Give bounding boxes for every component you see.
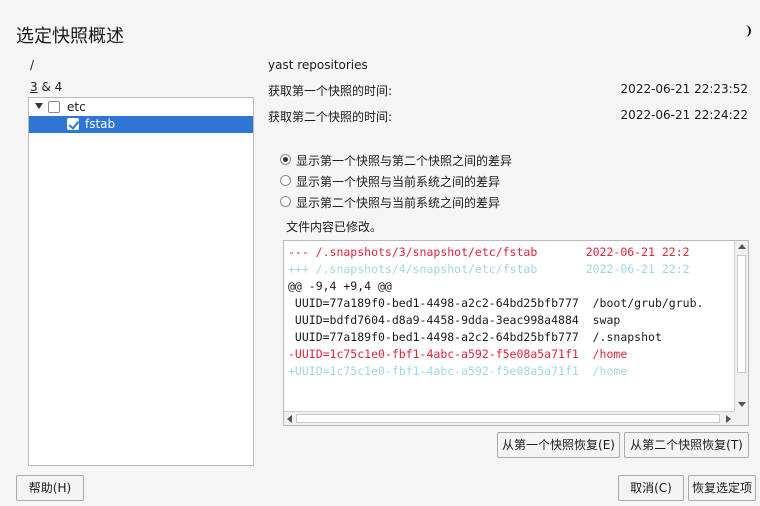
second-snapshot-time-value: 2022-06-21 22:24:22 <box>620 108 748 122</box>
diff-line: +++ /.snapshots/4/snapshot/etc/fstab 202… <box>288 262 690 276</box>
radio-button[interactable] <box>280 175 291 186</box>
second-snapshot-time-label: 获取第二个快照的时间: <box>268 110 393 124</box>
snapshot-description: yast repositories <box>268 58 368 72</box>
file-tree[interactable]: etc fstab <box>28 97 254 466</box>
radio-label: 显示第一个快照与第二个快照之间的差异 <box>296 154 513 168</box>
vertical-scroll-thumb[interactable] <box>737 255 746 373</box>
diff-line: +UUID=1c75c1e0-fbf1-4abc-a592-f5e08a5a71… <box>288 364 628 378</box>
moon-icon <box>745 25 751 37</box>
cancel-button[interactable]: 取消(C) <box>618 475 684 501</box>
etc-checkbox[interactable] <box>48 101 60 113</box>
restore-from-first-button[interactable]: 从第一个快照恢复(E) <box>497 432 620 458</box>
horizontal-scroll-thumb[interactable] <box>296 414 720 423</box>
restore-from-second-button[interactable]: 从第二个快照恢复(T) <box>624 432 749 458</box>
radio-button[interactable] <box>280 154 291 165</box>
tree-item-label: fstab <box>85 117 116 131</box>
restore-selected-button[interactable]: 恢复选定项 <box>688 475 756 501</box>
radio-label: 显示第一个快照与当前系统之间的差异 <box>296 175 501 189</box>
vertical-scrollbar[interactable] <box>734 241 748 411</box>
diff-content: --- /.snapshots/3/snapshot/etc/fstab 202… <box>284 241 734 411</box>
radio-label: 显示第二个快照与当前系统之间的差异 <box>296 196 501 210</box>
file-modified-notice: 文件内容已修改。 <box>286 220 383 234</box>
diff-line: UUID=77a189f0-bed1-4498-a2c2-64bd25bfb77… <box>288 330 662 344</box>
dialog-title: 选定快照概述 <box>16 26 124 47</box>
diff-line: @@ -9,4 +9,4 @@ <box>288 279 392 293</box>
radio-button[interactable] <box>280 196 291 207</box>
fstab-checkbox[interactable] <box>67 118 79 130</box>
scroll-right-icon[interactable] <box>726 415 731 423</box>
path-label: / <box>30 58 35 72</box>
first-snapshot-time-label: 获取第一个快照的时间: <box>268 84 393 98</box>
first-snapshot-time-value: 2022-06-21 22:23:52 <box>620 82 748 96</box>
scroll-left-icon[interactable] <box>287 415 292 423</box>
range-prefix: 3 <box>30 80 38 94</box>
scroll-corner <box>734 411 748 425</box>
diff-line: --- /.snapshots/3/snapshot/etc/fstab 202… <box>288 245 690 259</box>
diff-view[interactable]: --- /.snapshots/3/snapshot/etc/fstab 202… <box>283 240 749 426</box>
chevron-down-icon[interactable] <box>35 103 43 109</box>
tree-item-etc[interactable]: etc <box>29 99 253 116</box>
range-suffix: & 4 <box>37 80 63 94</box>
scroll-down-icon[interactable] <box>738 402 746 407</box>
diff-line: UUID=bdfd7604-d8a9-4458-9dda-3eac998a488… <box>288 313 621 327</box>
tree-item-fstab[interactable]: fstab <box>29 116 253 133</box>
horizontal-scrollbar[interactable] <box>284 411 734 425</box>
tree-item-label: etc <box>67 100 86 114</box>
diff-line: UUID=77a189f0-bed1-4498-a2c2-64bd25bfb77… <box>288 296 704 310</box>
diff-line: -UUID=1c75c1e0-fbf1-4abc-a592-f5e08a5a71… <box>288 347 628 361</box>
scroll-up-icon[interactable] <box>738 244 746 249</box>
help-button[interactable]: 帮助(H) <box>16 475 84 501</box>
snapshot-range-label: 3 & 4 <box>30 80 62 94</box>
